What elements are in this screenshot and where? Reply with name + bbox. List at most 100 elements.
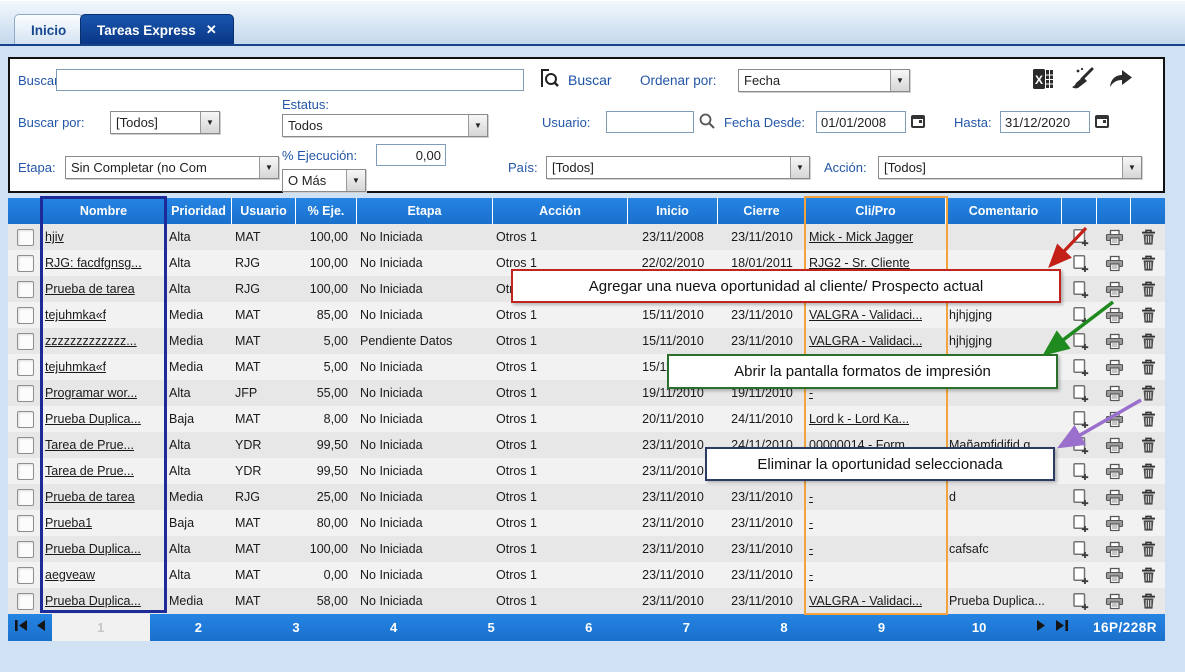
page-9[interactable]: 9 [833, 614, 931, 641]
print-icon[interactable] [1097, 510, 1131, 536]
clipro-link[interactable]: Mick - Mick Jagger [809, 230, 913, 244]
buscar-por-select[interactable]: [Todos] ▼ [110, 111, 220, 134]
print-icon[interactable] [1097, 302, 1131, 328]
search-input[interactable] [56, 69, 524, 91]
task-name-link[interactable]: Prueba de tarea [45, 490, 135, 504]
delete-icon[interactable] [1131, 302, 1165, 328]
pais-select[interactable]: [Todos] ▼ [546, 156, 810, 179]
row-checkbox[interactable] [17, 437, 34, 454]
first-page-icon[interactable] [14, 619, 29, 637]
chevron-down-icon[interactable]: ▼ [346, 170, 365, 191]
chevron-down-icon[interactable]: ▼ [890, 70, 909, 91]
clipro-link[interactable]: - [809, 568, 813, 582]
delete-icon[interactable] [1131, 432, 1165, 458]
search-page-icon[interactable] [538, 67, 562, 96]
print-icon[interactable] [1097, 458, 1131, 484]
clipro-link[interactable]: VALGRA - Validaci... [809, 308, 922, 322]
buscar-button[interactable]: Buscar [568, 72, 612, 88]
task-name-link[interactable]: tejuhmka«f [45, 308, 106, 322]
row-checkbox[interactable] [17, 333, 34, 350]
task-name-link[interactable]: Tarea de Prue... [45, 464, 134, 478]
task-name-link[interactable]: Prueba de tarea [45, 282, 135, 296]
page-8[interactable]: 8 [735, 614, 833, 641]
add-opportunity-icon[interactable] [1062, 380, 1097, 406]
clipro-link[interactable]: - [809, 490, 813, 504]
row-checkbox[interactable] [17, 489, 34, 506]
usuario-input[interactable] [606, 111, 694, 133]
page-5[interactable]: 5 [442, 614, 540, 641]
usuario-search-icon[interactable] [697, 111, 717, 136]
delete-icon[interactable] [1131, 250, 1165, 276]
print-icon[interactable] [1097, 484, 1131, 510]
row-checkbox[interactable] [17, 411, 34, 428]
col-header-prioridad[interactable]: Prioridad [166, 198, 232, 224]
task-name-link[interactable]: tejuhmka«f [45, 360, 106, 374]
page-10[interactable]: 10 [930, 614, 1028, 641]
task-name-link[interactable]: Prueba1 [45, 516, 92, 530]
chevron-down-icon[interactable]: ▼ [468, 115, 487, 136]
task-name-link[interactable]: Programar wor... [45, 386, 137, 400]
add-opportunity-icon[interactable] [1062, 536, 1097, 562]
page-6[interactable]: 6 [540, 614, 638, 641]
page-1[interactable]: 1 [52, 614, 150, 641]
col-header-etapa[interactable]: Etapa [357, 198, 493, 224]
col-header-inicio[interactable]: Inicio [628, 198, 718, 224]
add-opportunity-icon[interactable] [1062, 302, 1097, 328]
tab-close-icon[interactable]: ✕ [206, 22, 217, 38]
col-header-usuario[interactable]: Usuario [232, 198, 296, 224]
print-icon[interactable] [1097, 406, 1131, 432]
page-7[interactable]: 7 [638, 614, 736, 641]
hasta-calendar-icon[interactable] [1093, 112, 1111, 135]
etapa-select[interactable]: Sin Completar (no Com ▼ [65, 156, 279, 179]
print-icon[interactable] [1097, 562, 1131, 588]
tab-tareas-express[interactable]: Tareas Express ✕ [80, 14, 234, 45]
delete-icon[interactable] [1131, 562, 1165, 588]
ejecucion-input[interactable] [376, 144, 446, 166]
page-4[interactable]: 4 [345, 614, 443, 641]
print-icon[interactable] [1097, 224, 1131, 250]
delete-icon[interactable] [1131, 406, 1165, 432]
row-checkbox[interactable] [17, 515, 34, 532]
fecha-desde-calendar-icon[interactable] [909, 112, 927, 135]
row-checkbox[interactable] [17, 385, 34, 402]
row-checkbox[interactable] [17, 255, 34, 272]
ordenar-por-select[interactable]: Fecha ▼ [738, 69, 910, 92]
print-icon[interactable] [1097, 250, 1131, 276]
delete-icon[interactable] [1131, 536, 1165, 562]
print-icon[interactable] [1097, 536, 1131, 562]
delete-icon[interactable] [1131, 276, 1165, 302]
estatus-select[interactable]: Todos ▼ [282, 114, 488, 137]
row-checkbox[interactable] [17, 567, 34, 584]
delete-icon[interactable] [1131, 510, 1165, 536]
task-name-link[interactable]: Tarea de Prue... [45, 438, 134, 452]
add-opportunity-icon[interactable] [1062, 224, 1097, 250]
prev-page-icon[interactable] [35, 619, 46, 637]
task-name-link[interactable]: RJG: facdfgnsg... [45, 256, 142, 270]
task-name-link[interactable]: Prueba Duplica... [45, 412, 141, 426]
row-checkbox[interactable] [17, 307, 34, 324]
fecha-desde-input[interactable] [816, 111, 906, 133]
chevron-down-icon[interactable]: ▼ [790, 157, 809, 178]
col-header-clipro[interactable]: Cli/Pro [806, 198, 946, 224]
print-icon[interactable] [1097, 588, 1131, 614]
add-opportunity-icon[interactable] [1062, 354, 1097, 380]
add-opportunity-icon[interactable] [1062, 458, 1097, 484]
tab-inicio[interactable]: Inicio [14, 14, 83, 45]
row-checkbox[interactable] [17, 359, 34, 376]
chevron-down-icon[interactable]: ▼ [200, 112, 219, 133]
delete-icon[interactable] [1131, 484, 1165, 510]
add-opportunity-icon[interactable] [1062, 484, 1097, 510]
clipro-link[interactable]: VALGRA - Validaci... [809, 594, 922, 608]
delete-icon[interactable] [1131, 224, 1165, 250]
add-opportunity-icon[interactable] [1062, 510, 1097, 536]
clipro-link[interactable]: Lord k - Lord Ka... [809, 412, 909, 426]
add-opportunity-icon[interactable] [1062, 432, 1097, 458]
chevron-down-icon[interactable]: ▼ [1122, 157, 1141, 178]
col-header-eje[interactable]: % Eje. [296, 198, 357, 224]
add-opportunity-icon[interactable] [1062, 276, 1097, 302]
hasta-input[interactable] [1000, 111, 1090, 133]
delete-icon[interactable] [1131, 354, 1165, 380]
print-icon[interactable] [1097, 432, 1131, 458]
page-3[interactable]: 3 [247, 614, 345, 641]
col-header-accion[interactable]: Acción [493, 198, 628, 224]
